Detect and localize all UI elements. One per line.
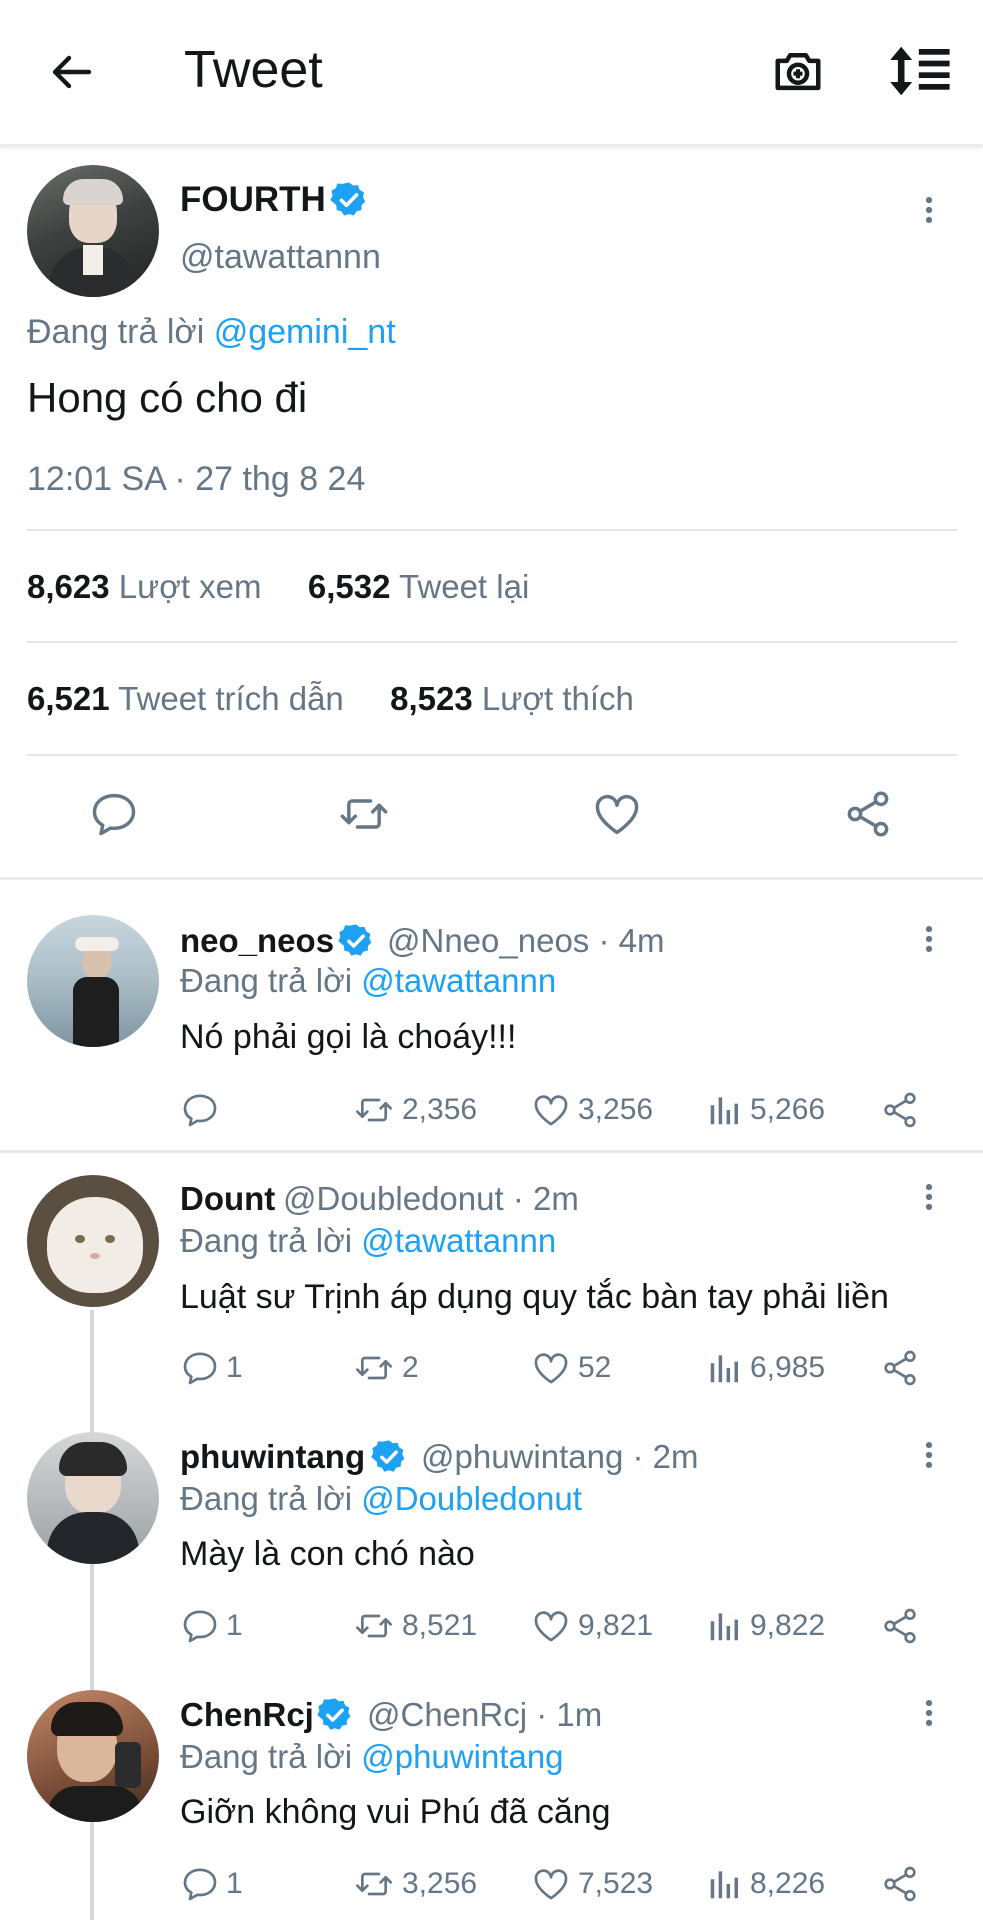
camera-add-icon[interactable] [770,44,826,98]
more-vertical-icon[interactable] [912,1436,946,1474]
views-stat[interactable]: 8,623 Lượt xem [27,568,262,605]
share-icon[interactable] [880,1348,920,1388]
back-arrow-icon[interactable] [46,48,96,96]
reply-icon [180,1090,220,1130]
thread-line [90,1310,94,1920]
verified-icon [316,1696,354,1734]
main-tweet-timestamp: 12:01 SA · 27 thg 8 24 [27,460,366,498]
like-icon [530,1348,572,1388]
divider [27,641,957,643]
main-author-name[interactable]: FOURTH [180,180,326,220]
views-button[interactable]: 5,266 [706,1090,825,1130]
verified-icon [337,922,375,960]
more-vertical-icon[interactable] [912,1178,946,1216]
views-icon [706,1348,744,1388]
retweet-button[interactable]: 8,521 [352,1606,477,1646]
like-icon[interactable] [590,788,644,840]
section-divider [0,877,983,880]
divider [27,529,957,531]
reply-button[interactable]: 1 [180,1606,243,1646]
retweet-button[interactable]: 2,356 [352,1090,477,1130]
retweet-icon [352,1606,396,1646]
replying-to-link[interactable]: @tawattannn [361,1222,556,1259]
reply-text: Nó phải gọi là choáy!!! [180,1018,517,1056]
retweet-icon [352,1090,396,1130]
stats-row-2: 6,521 Tweet trích dẫn 8,523 Lượt thích [27,680,634,718]
replying-prefix: Đang trả lời [27,313,205,351]
like-button[interactable]: 9,821 [530,1606,653,1646]
main-tweet-text: Hong có cho đi [27,374,308,421]
verified-icon [370,1438,408,1476]
retweet-icon [352,1348,396,1388]
views-icon [706,1090,744,1130]
like-button[interactable]: 52 [530,1348,611,1388]
main-author-avatar[interactable] [27,165,159,297]
replying-to-line: Đang trả lời @tawattannn [180,1222,557,1259]
views-button[interactable]: 9,822 [706,1606,825,1646]
retweet-icon [352,1864,396,1904]
reply-avatar[interactable] [27,1432,159,1564]
retweet-icon[interactable] [335,788,393,840]
reply-author-name[interactable]: ChenRcj [180,1696,314,1734]
views-button[interactable]: 6,985 [706,1348,825,1388]
replying-to-line: Đang trả lời @tawattannn [180,962,557,999]
quotes-stat[interactable]: 6,521 Tweet trích dẫn [27,680,344,717]
reply-text: Luật sư Trịnh áp dụng quy tắc bàn tay ph… [180,1278,889,1316]
likes-stat[interactable]: 8,523 Lượt thích [390,680,634,717]
stats-row-1: 8,623 Lượt xem 6,532 Tweet lại [27,568,529,606]
reply-button[interactable]: 1 [180,1348,243,1388]
reply-author-name[interactable]: Dount [180,1180,275,1218]
reply-icon[interactable] [88,788,140,840]
more-vertical-icon[interactable] [912,1694,946,1732]
section-divider [0,1150,983,1153]
retweet-button[interactable]: 2 [352,1348,419,1388]
like-icon [530,1606,572,1646]
reply-button[interactable] [180,1090,226,1130]
share-icon[interactable] [880,1090,920,1130]
replying-to-line: Đang trả lời @Doubledonut [180,1480,582,1517]
share-icon[interactable] [880,1606,920,1646]
views-button[interactable]: 8,226 [706,1864,825,1904]
like-icon [530,1864,572,1904]
reply-author-handle[interactable]: @ChenRcj · 1m [367,1696,602,1734]
replying-to-line: Đang trả lời @phuwintang [180,1738,564,1775]
share-icon[interactable] [842,788,894,840]
main-author-handle[interactable]: @tawattannn [180,238,381,277]
reply-avatar[interactable] [27,1690,159,1822]
like-button[interactable]: 3,256 [530,1090,653,1130]
retweet-button[interactable]: 3,256 [352,1864,477,1904]
reply-icon [180,1348,220,1388]
reply-author-handle[interactable]: @phuwintang · 2m [421,1438,698,1476]
reply-author-handle[interactable]: @Nneo_neos · 4m [387,922,664,960]
divider [27,754,957,756]
retweets-stat[interactable]: 6,532 Tweet lại [308,568,529,605]
page-title: Tweet [184,41,323,99]
more-vertical-icon[interactable] [912,920,946,958]
reply-icon [180,1864,220,1904]
replying-to-link[interactable]: @gemini_nt [214,313,396,351]
share-icon[interactable] [880,1864,920,1904]
views-icon [706,1606,744,1646]
replying-to-link[interactable]: @tawattannn [361,962,556,999]
reply-text: Giỡn không vui Phú đã căng [180,1793,611,1831]
reply-author-name[interactable]: neo_neos [180,922,334,960]
replying-to-line: Đang trả lời @gemini_nt [27,313,396,352]
reply-avatar[interactable] [27,915,159,1047]
like-icon [530,1090,572,1130]
top-bar: Tweet [0,0,983,147]
more-vertical-icon[interactable] [912,190,946,230]
verified-icon [329,180,369,220]
reply-text: Mày là con chó nào [180,1535,475,1573]
like-button[interactable]: 7,523 [530,1864,653,1904]
views-icon [706,1864,744,1904]
replying-to-link[interactable]: @phuwintang [361,1738,563,1775]
reply-button[interactable]: 1 [180,1864,243,1904]
replying-to-link[interactable]: @Doubledonut [361,1480,582,1517]
sort-icon[interactable] [888,44,954,98]
reply-icon [180,1606,220,1646]
reply-avatar[interactable] [27,1175,159,1307]
reply-author-handle[interactable]: @Doubledonut · 2m [283,1180,579,1218]
reply-author-name[interactable]: phuwintang [180,1438,365,1476]
